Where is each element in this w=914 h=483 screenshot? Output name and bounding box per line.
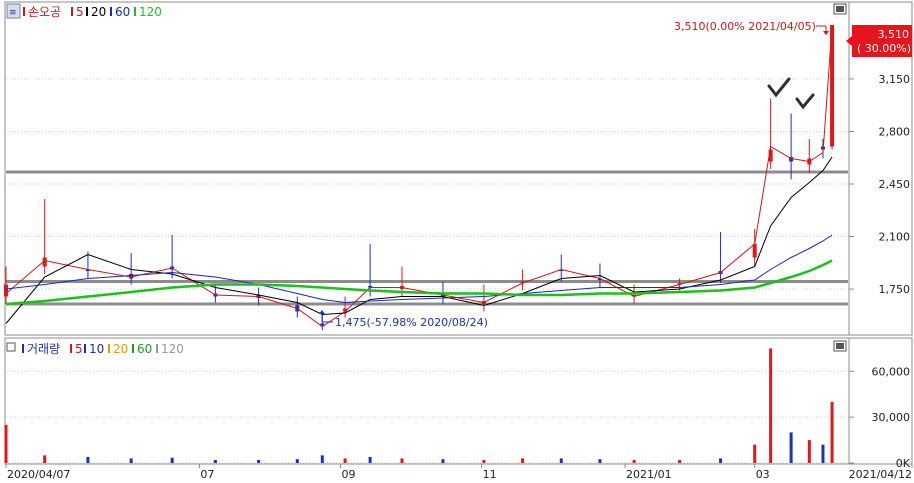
current-price-badge: 3,510 ( 30.00%) (846, 25, 912, 57)
volume-bar (719, 458, 723, 463)
volume-tick-label: 60,000 (872, 365, 911, 378)
legend-vma10: 10 (89, 342, 104, 356)
volume-bar (482, 459, 486, 463)
legend-ma20: 20 (91, 5, 106, 19)
volume-bar (830, 401, 834, 463)
legend-vma60: 60 (137, 342, 152, 356)
current-price-value: 3,510 (878, 28, 910, 41)
volume-bar (559, 458, 563, 463)
volume-bar (213, 459, 217, 463)
volume-bar (821, 444, 825, 463)
date-tick-label: 07 (200, 468, 214, 481)
candle-body (752, 244, 757, 258)
legend-ma5: 5 (76, 5, 84, 19)
legend-vma120: 120 (161, 342, 184, 356)
chart-toggle-glyph: ≡ (9, 8, 17, 18)
date-tick-label: 03 (756, 468, 770, 481)
price-tick-label: 2,450 (879, 178, 911, 191)
date-tick-label: 11 (483, 468, 497, 481)
volume-bar (320, 455, 324, 463)
volume-axis-panel (848, 337, 913, 465)
high-annotation-label: 3,510(0.00% 2021/04/05) (674, 20, 816, 33)
volume-bar (598, 459, 602, 463)
volume-bar (807, 440, 811, 463)
legend-ma120: 120 (139, 5, 162, 19)
volume-bar (170, 457, 174, 463)
date-tick-label: 09 (342, 468, 356, 481)
legend-marker-vma120 (156, 344, 158, 353)
legend-stock-name: 손오공 (28, 5, 61, 19)
volume-bar (368, 456, 372, 463)
candle-body (4, 284, 8, 297)
volume-bar (86, 456, 90, 463)
stock-chart: 3,1502,8002,4502,1001,750 60,00030,0000K… (0, 0, 914, 483)
high-annotation: 3,510(0.00% 2021/04/05) (674, 20, 829, 35)
legend-marker-vma60 (132, 344, 134, 353)
legend-marker-ma120 (134, 7, 136, 16)
date-tick-label: 2021/04/12 (849, 468, 912, 481)
volume-panel (4, 337, 850, 465)
legend-marker-ma60 (110, 7, 112, 16)
volume-bar (400, 458, 404, 463)
date-tick-label: 2021/01 (626, 468, 672, 481)
date-tick-label: 2020/04/07 (7, 468, 70, 481)
legend-marker-vma5 (70, 344, 72, 353)
low-annotation-label: 1,475(-57.98% 2020/08/24) (335, 316, 488, 329)
volume-bar (129, 458, 133, 463)
volume-bar (632, 459, 636, 463)
price-panel-maximize-glyph (836, 6, 844, 12)
volume-bar (678, 459, 682, 463)
volume-bar (521, 458, 525, 463)
volume-bar (4, 424, 8, 463)
legend-ma60: 60 (115, 5, 130, 19)
price-tick-label: 3,150 (879, 73, 911, 86)
price-tick-label: 1,750 (879, 283, 911, 296)
legend-vma5: 5 (75, 342, 83, 356)
volume-bar (43, 455, 47, 463)
legend-volume-name: 거래량 (27, 342, 60, 356)
volume-bar (769, 348, 773, 463)
legend-vma20: 20 (113, 342, 128, 356)
legend-marker-volume (22, 344, 24, 353)
legend-marker-vma20 (108, 344, 110, 353)
volume-bar (257, 459, 261, 463)
volume-bar (789, 432, 793, 463)
volume-bar (753, 444, 757, 463)
legend-marker-ma5 (71, 7, 73, 16)
volume-toggle-icon[interactable] (6, 342, 16, 352)
price-tick-label: 2,800 (879, 126, 911, 139)
current-price-change: ( 30.00%) (857, 42, 911, 55)
price-tick-label: 2,100 (879, 231, 911, 244)
volume-bar (441, 459, 445, 463)
volume-tick-label: 30,000 (872, 411, 911, 424)
volume-bar (343, 458, 347, 463)
legend-marker-ma20 (86, 7, 88, 16)
legend-marker-price (23, 7, 25, 16)
legend-marker-vma10 (84, 344, 86, 353)
price-panel (4, 1, 850, 336)
volume-panel-maximize-glyph (836, 343, 844, 349)
volume-bar (295, 459, 299, 463)
